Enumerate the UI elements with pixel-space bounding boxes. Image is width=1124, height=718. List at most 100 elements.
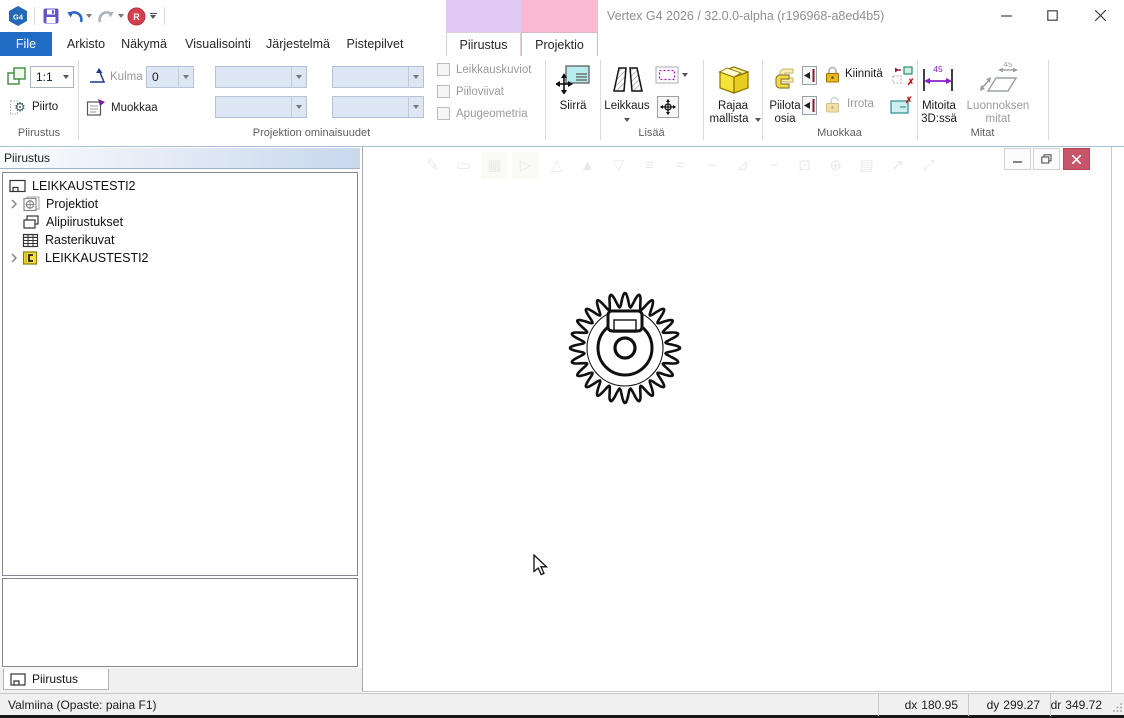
flip-projection-button-2[interactable] [802, 96, 817, 115]
coordinate-dy: dy 299.27 [968, 694, 1050, 716]
customize-quick-access-dropdown[interactable] [146, 4, 160, 28]
save-button[interactable] [40, 4, 62, 28]
move-origin-button[interactable] [657, 96, 679, 118]
leikkaus-button[interactable]: Leikkaus [603, 62, 651, 132]
mitoita-3d-button[interactable]: 45 Mitoita 3D:ssä [916, 62, 962, 132]
tree-item-projektiot[interactable]: Projektiot [9, 195, 98, 213]
scale-combobox[interactable] [30, 66, 74, 88]
panel-tab-bar: Piirustus [0, 668, 362, 693]
flip-projection-button-1[interactable] [802, 66, 817, 85]
app-logo[interactable]: G4 [6, 4, 30, 28]
detach-icon: ✗ [889, 94, 913, 116]
minimize-button[interactable] [984, 0, 1028, 30]
detach-projection-button[interactable]: ✗ [889, 94, 913, 121]
irrota-label: Irrota [847, 98, 874, 110]
undo-button[interactable] [64, 4, 84, 28]
rajaa-mallista-button[interactable]: Rajaa mallista [706, 62, 760, 132]
kulma-dropdown[interactable] [178, 67, 193, 87]
document-minimize-button[interactable] [1004, 148, 1031, 170]
tab-file[interactable]: File [0, 32, 52, 56]
svg-text:45: 45 [933, 64, 943, 74]
undo-history-dropdown[interactable] [84, 4, 94, 28]
scale-dropdown[interactable] [58, 67, 73, 87]
close-icon [1095, 10, 1106, 21]
projection-combobox-3[interactable] [332, 66, 424, 88]
svg-text:G4: G4 [13, 13, 24, 22]
ghost-icon: ≡ [636, 152, 663, 179]
raster-images-icon [22, 233, 39, 248]
kiinnita-button[interactable]: Kiinnitä [824, 65, 883, 83]
kulma-value[interactable] [147, 70, 178, 84]
ghost-icon: ≈ [667, 152, 694, 179]
tree-item-alipiirustukset[interactable]: Alipiirustukset [22, 213, 123, 231]
tab-nakyma[interactable]: Näkymä [116, 32, 172, 56]
document-restore-button[interactable] [1033, 148, 1060, 170]
tab-pistepilvet[interactable]: Pistepilvet [340, 32, 410, 56]
luonnoksen-mitat-button[interactable]: 45 Luonnoksen mitat [962, 62, 1034, 132]
expand-chevron-icon[interactable] [9, 199, 19, 209]
dimension-3d-icon: 45 [920, 63, 956, 95]
checkbox[interactable] [437, 63, 450, 76]
tree-item-rasterikuvat[interactable]: Rasterikuvat [22, 231, 114, 249]
tree-view[interactable]: LEIKKAUSTESTI2 Projektiot [2, 172, 358, 576]
attach-move-button[interactable]: ✗ [891, 64, 913, 91]
checkbox[interactable] [437, 85, 450, 98]
kulma-combobox[interactable] [146, 66, 194, 88]
maximize-button[interactable] [1030, 0, 1074, 30]
close-button[interactable] [1077, 0, 1123, 30]
group-divider [545, 60, 546, 140]
coordinate-dx: dx 180.95 [878, 694, 968, 716]
ghost-icon: ▭ [450, 152, 477, 179]
piirto-label: Piirto [32, 101, 58, 113]
drawing-settings-gear-icon: ⚙ [10, 98, 27, 115]
dropdown[interactable] [291, 97, 306, 117]
document-close-button[interactable] [1063, 148, 1090, 170]
panel-header[interactable]: Piirustus [0, 148, 360, 169]
user-badge-icon: R [127, 7, 146, 26]
muokkaa-projection-button[interactable]: Muokkaa [86, 98, 158, 117]
scale-icon [6, 66, 27, 87]
tab-jarjestelma[interactable]: Järjestelmä [262, 32, 334, 56]
checkbox-apugeometria[interactable]: Apugeometria [437, 107, 528, 120]
checkbox-label: Apugeometria [456, 108, 528, 120]
redo-button[interactable] [96, 4, 116, 28]
tab-piirustus[interactable]: Piirustus [446, 32, 521, 56]
projection-combobox-2[interactable] [215, 96, 307, 118]
tree-item-model[interactable]: LEIKKAUSTESTI2 [9, 249, 149, 267]
tab-visualisointi[interactable]: Visualisointi [178, 32, 258, 56]
mitoita-label-line2: 3D:ssä [916, 113, 962, 126]
property-box[interactable] [2, 578, 358, 667]
flip-arrows-icon [804, 69, 815, 82]
checkbox[interactable] [437, 107, 450, 120]
tab-projektio[interactable]: Projektio [521, 32, 598, 56]
ribbon-tab-bar: File Arkisto Näkymä Visualisointi Järjes… [0, 32, 1124, 56]
dropdown[interactable] [291, 67, 306, 87]
group-label-mitat: Mitat [917, 127, 1048, 141]
drawing-window[interactable]: ✎ ▭ ▦ ▷ △ ▲ ▽ ≡ ≈ ∼ ⊿ − ⊡ ⊕ ▤ ↗ ⤢ [362, 147, 1112, 692]
panel-tab-piirustus[interactable]: Piirustus [3, 669, 109, 690]
attach-move-icon: ✗ [891, 64, 913, 86]
resize-grip[interactable] [1113, 702, 1123, 712]
expand-chevron-icon[interactable] [9, 253, 19, 263]
redo-history-dropdown[interactable] [116, 4, 126, 28]
piirto-button[interactable]: ⚙ Piirto [10, 98, 58, 115]
rajaa-dropdown-arrow [755, 118, 761, 122]
dropdown[interactable] [408, 97, 423, 117]
projection-combobox-4[interactable] [332, 96, 424, 118]
piilota-osia-button[interactable]: Piilota osia [765, 62, 805, 132]
detail-border-button[interactable] [655, 66, 688, 84]
checkbox-piiloviivat[interactable]: Piiloviivat [437, 85, 504, 98]
checkbox-leikkauskuviot[interactable]: Leikkauskuviot [437, 63, 531, 76]
dropdown[interactable] [408, 67, 423, 87]
scale-value[interactable] [31, 70, 58, 84]
tab-arkisto[interactable]: Arkisto [58, 32, 114, 56]
siirra-button[interactable]: Siirrä [548, 62, 598, 122]
irrota-button[interactable]: Irrota [824, 95, 874, 113]
user-badge[interactable]: R [126, 4, 146, 28]
checkbox-label: Piiloviivat [456, 86, 504, 98]
mouse-cursor [532, 554, 548, 576]
projection-combobox-1[interactable] [215, 66, 307, 88]
tree-item-drawing-root[interactable]: LEIKKAUSTESTI2 [9, 177, 136, 195]
ghost-icon: ⊕ [822, 152, 849, 179]
group-label-muokkaa: Muokkaa [762, 127, 917, 141]
